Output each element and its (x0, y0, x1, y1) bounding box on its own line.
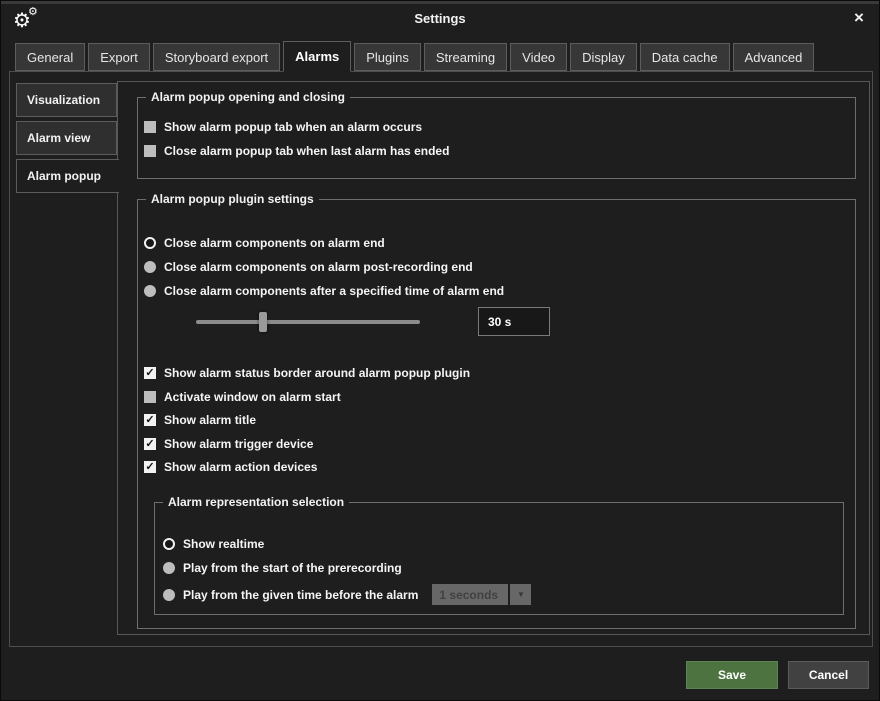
titlebar: ⚙ ⚙ Settings × (1, 4, 879, 39)
radio-row-close-on-alarm-end[interactable]: Close alarm components on alarm end (144, 236, 385, 250)
cancel-button[interactable]: Cancel (788, 661, 869, 689)
radio-label: Play from the start of the prerecording (183, 561, 402, 575)
side-tab-visualization[interactable]: Visualization (16, 83, 117, 117)
radio-unselected[interactable] (144, 285, 156, 297)
save-button[interactable]: Save (686, 661, 778, 689)
checkbox-row-show-popup-tab[interactable]: Show alarm popup tab when an alarm occur… (144, 120, 422, 134)
settings-window: ⚙ ⚙ Settings × General Export Storyboard… (0, 0, 880, 701)
checkbox-unchecked[interactable] (144, 121, 156, 133)
radio-label: Play from the given time before the alar… (183, 588, 418, 602)
slider-value-field[interactable]: 30 s (478, 307, 550, 336)
radio-row-show-realtime[interactable]: Show realtime (163, 537, 264, 551)
alarm-end-time-slider-row: 30 s (190, 307, 640, 337)
checkbox-label: Show alarm popup tab when an alarm occur… (164, 120, 422, 134)
radio-selected[interactable] (144, 237, 156, 249)
checkbox-label: Show alarm title (164, 413, 256, 427)
radio-label: Close alarm components on alarm end (164, 236, 385, 250)
checkbox-unchecked[interactable] (144, 391, 156, 403)
slider-thumb[interactable] (259, 312, 267, 332)
checkbox-row-show-trigger-device[interactable]: ✓ Show alarm trigger device (144, 437, 313, 451)
settings-tabbar: General Export Storyboard export Alarms … (15, 43, 814, 72)
radio-row-close-on-post-recording-end[interactable]: Close alarm components on alarm post-rec… (144, 260, 473, 274)
dialog-footer: Save Cancel (1, 647, 880, 701)
tab-display[interactable]: Display (570, 43, 637, 71)
checkbox-label: Activate window on alarm start (164, 390, 341, 404)
tab-storyboard-export[interactable]: Storyboard export (153, 43, 280, 71)
group-title: Alarm popup opening and closing (146, 90, 350, 104)
time-before-alarm-dropdown[interactable]: 1 seconds ▼ (432, 584, 531, 605)
radio-unselected[interactable] (163, 589, 175, 601)
window-title: Settings (1, 11, 879, 26)
checkbox-label: Show alarm status border around alarm po… (164, 366, 470, 380)
checkbox-label: Show alarm action devices (164, 460, 317, 474)
tab-streaming[interactable]: Streaming (424, 43, 507, 71)
checkbox-row-show-alarm-title[interactable]: ✓ Show alarm title (144, 413, 256, 427)
tab-alarms[interactable]: Alarms (283, 41, 351, 72)
group-title: Alarm popup plugin settings (146, 192, 319, 206)
alarm-side-tabs: Visualization Alarm view Alarm popup (16, 83, 118, 197)
alarm-popup-panel: Alarm popup opening and closing Show ala… (117, 81, 870, 635)
group-alarm-popup-plugin-settings: Alarm popup plugin settings Close alarm … (137, 199, 856, 629)
tab-plugins[interactable]: Plugins (354, 43, 421, 71)
tab-export[interactable]: Export (88, 43, 150, 71)
group-alarm-popup-opening-closing: Alarm popup opening and closing Show ala… (137, 97, 856, 179)
slider-track[interactable] (196, 320, 420, 324)
chevron-down-icon[interactable]: ▼ (510, 584, 531, 605)
radio-label: Close alarm components after a specified… (164, 284, 504, 298)
checkbox-row-status-border[interactable]: ✓ Show alarm status border around alarm … (144, 366, 470, 380)
checkbox-checked[interactable]: ✓ (144, 414, 156, 426)
checkbox-unchecked[interactable] (144, 145, 156, 157)
checkbox-row-show-action-devices[interactable]: ✓ Show alarm action devices (144, 460, 317, 474)
checkbox-checked[interactable]: ✓ (144, 367, 156, 379)
tab-data-cache[interactable]: Data cache (640, 43, 730, 71)
group-title: Alarm representation selection (163, 495, 349, 509)
tab-advanced[interactable]: Advanced (733, 43, 815, 71)
checkbox-row-close-popup-tab[interactable]: Close alarm popup tab when last alarm ha… (144, 144, 449, 158)
checkbox-row-activate-window[interactable]: Activate window on alarm start (144, 390, 341, 404)
checkbox-checked[interactable]: ✓ (144, 438, 156, 450)
dropdown-value[interactable]: 1 seconds (432, 584, 508, 605)
tab-video[interactable]: Video (510, 43, 567, 71)
radio-row-close-after-specified-time[interactable]: Close alarm components after a specified… (144, 284, 504, 298)
checkbox-label: Close alarm popup tab when last alarm ha… (164, 144, 449, 158)
radio-selected[interactable] (163, 538, 175, 550)
close-icon[interactable]: × (847, 6, 871, 30)
side-tab-alarm-view[interactable]: Alarm view (16, 121, 117, 155)
radio-label: Show realtime (183, 537, 264, 551)
radio-unselected[interactable] (163, 562, 175, 574)
radio-unselected[interactable] (144, 261, 156, 273)
radio-label: Close alarm components on alarm post-rec… (164, 260, 473, 274)
checkbox-checked[interactable]: ✓ (144, 461, 156, 473)
radio-row-play-from-given-time[interactable]: Play from the given time before the alar… (163, 584, 531, 605)
group-alarm-representation-selection: Alarm representation selection Show real… (154, 502, 844, 615)
tab-general[interactable]: General (15, 43, 85, 71)
checkbox-label: Show alarm trigger device (164, 437, 313, 451)
side-tab-alarm-popup[interactable]: Alarm popup (16, 159, 119, 193)
radio-row-play-from-prerecording[interactable]: Play from the start of the prerecording (163, 561, 402, 575)
alarms-tab-panel: Visualization Alarm view Alarm popup Ala… (9, 71, 873, 647)
